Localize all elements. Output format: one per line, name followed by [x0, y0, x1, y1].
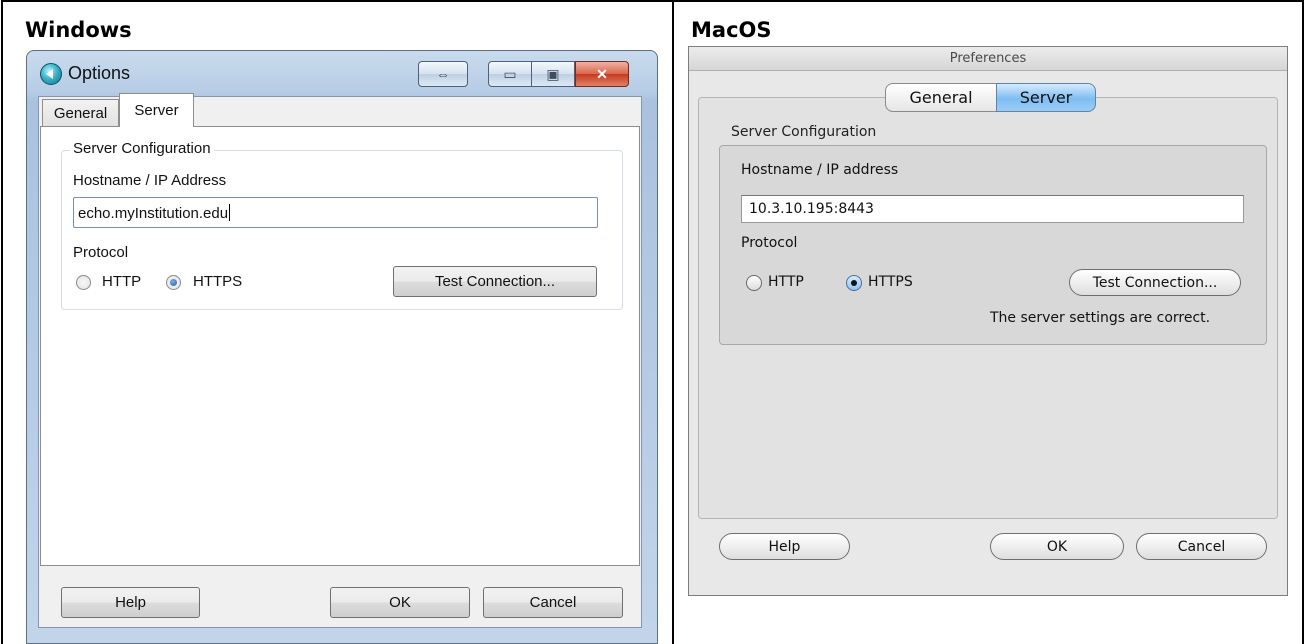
- resize-button[interactable]: ⇔: [418, 61, 468, 87]
- mac-status-message: The server settings are correct.: [990, 310, 1211, 326]
- mac-ok-button-label: OK: [1046, 538, 1068, 555]
- mac-https-radio[interactable]: [846, 275, 862, 291]
- mac-hostname-input[interactable]: 10.3.10.195:8443: [741, 195, 1244, 223]
- mac-test-connection-button[interactable]: Test Connection...: [1069, 269, 1241, 296]
- maximize-icon: ▣: [546, 65, 560, 82]
- mac-http-radio[interactable]: [746, 275, 762, 291]
- tab-general[interactable]: General: [42, 99, 119, 126]
- mac-title-bar: Preferences: [689, 47, 1287, 71]
- windows-dialog-title: Options: [68, 63, 131, 83]
- help-button[interactable]: Help: [61, 587, 200, 618]
- mac-tab-server-label: Server: [1019, 88, 1073, 107]
- http-radio-label[interactable]: HTTP: [102, 273, 141, 290]
- mac-hostname-label: Hostname / IP address: [741, 162, 899, 178]
- cancel-button[interactable]: Cancel: [483, 587, 623, 618]
- table-border-left: [1, 0, 3, 644]
- minimize-button[interactable]: ▭: [488, 61, 532, 87]
- hostname-input[interactable]: echo.myInstitution.edu: [73, 197, 598, 228]
- table-border-right: [1302, 0, 1304, 644]
- app-logo-icon: [40, 63, 62, 85]
- mac-tab-server[interactable]: Server: [996, 83, 1096, 112]
- help-button-label: Help: [115, 594, 146, 611]
- table-border-middle: [672, 0, 674, 644]
- mac-ok-button[interactable]: OK: [990, 533, 1124, 560]
- mac-server-configuration-label: Server Configuration: [731, 124, 877, 140]
- text-caret: [229, 204, 231, 221]
- mac-cancel-button-label: Cancel: [1177, 538, 1226, 555]
- mac-tab-general-label: General: [909, 88, 973, 107]
- minimize-icon: ▭: [503, 65, 517, 82]
- mac-cancel-button[interactable]: Cancel: [1136, 533, 1267, 560]
- http-radio[interactable]: [76, 275, 91, 290]
- mac-tab-general[interactable]: General: [885, 83, 997, 112]
- mac-http-radio-label[interactable]: HTTP: [768, 274, 804, 290]
- maximize-button[interactable]: ▣: [531, 61, 575, 87]
- close-icon: ✕: [596, 65, 608, 82]
- mac-https-radio-label[interactable]: HTTPS: [868, 274, 913, 290]
- test-connection-button[interactable]: Test Connection...: [393, 266, 597, 297]
- hostname-label: Hostname / IP Address: [73, 172, 227, 189]
- macos-heading: MacOS: [691, 18, 772, 42]
- mac-test-connection-label: Test Connection...: [1092, 274, 1218, 291]
- server-configuration-label: Server Configuration: [70, 140, 214, 157]
- windows-heading: Windows: [25, 18, 132, 42]
- mac-protocol-label: Protocol: [741, 235, 798, 251]
- https-radio-label[interactable]: HTTPS: [193, 273, 242, 290]
- mac-help-button[interactable]: Help: [719, 533, 850, 560]
- tab-server-label: Server: [134, 102, 179, 119]
- hostname-value: echo.myInstitution.edu: [78, 205, 229, 222]
- ok-button[interactable]: OK: [330, 587, 470, 618]
- resize-icon: ⇔: [436, 66, 450, 82]
- cancel-button-label: Cancel: [529, 594, 577, 611]
- ok-button-label: OK: [389, 594, 411, 611]
- table-border-top: [1, 0, 1304, 2]
- mac-help-button-label: Help: [768, 538, 801, 555]
- tab-server[interactable]: Server: [119, 93, 194, 127]
- protocol-label: Protocol: [73, 244, 129, 261]
- https-radio[interactable]: [166, 275, 181, 290]
- mac-dialog-title: Preferences: [949, 51, 1027, 66]
- tab-general-label: General: [53, 104, 108, 122]
- close-button[interactable]: ✕: [575, 61, 629, 87]
- test-connection-label: Test Connection...: [434, 273, 556, 290]
- mac-hostname-value: 10.3.10.195:8443: [749, 201, 874, 217]
